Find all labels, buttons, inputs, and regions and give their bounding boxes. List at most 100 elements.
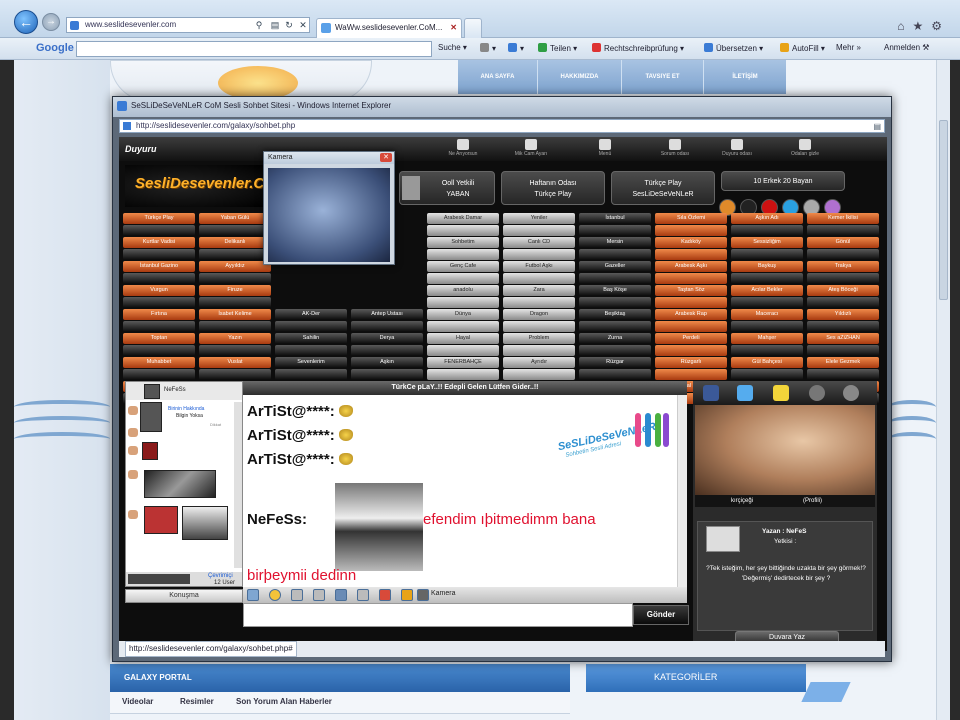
toolbar-grid-icon[interactable]: ▾ xyxy=(480,43,496,53)
room-button[interactable] xyxy=(579,321,651,332)
room-button[interactable] xyxy=(123,345,195,356)
room-button[interactable]: Arabesk Damar xyxy=(427,213,499,224)
room-button[interactable]: Kemer İkilisi xyxy=(807,213,879,224)
room-button[interactable] xyxy=(123,273,195,284)
room-button[interactable]: Rüzgar xyxy=(579,357,651,368)
room-button[interactable]: Sıla Özlemi xyxy=(655,213,727,224)
room-button[interactable]: anadolu xyxy=(427,285,499,296)
room-button[interactable]: FENERBAHÇE xyxy=(427,357,499,368)
room-button[interactable]: Zurna xyxy=(579,333,651,344)
smiley-icon[interactable] xyxy=(269,589,281,601)
profile-name[interactable]: kırçiçeği xyxy=(731,495,753,507)
menu-hakkimizda[interactable]: HAKKIMIZDA xyxy=(538,60,622,94)
room-button[interactable] xyxy=(427,273,499,284)
room-button[interactable]: Firuze xyxy=(199,285,271,296)
profile-photo[interactable] xyxy=(695,405,875,495)
bell-icon[interactable] xyxy=(401,589,413,601)
tab-resimler[interactable]: Resimler xyxy=(180,697,214,706)
room-button[interactable] xyxy=(731,369,803,380)
room-button[interactable]: Yeniler xyxy=(503,213,575,224)
camera-window[interactable]: Kamera ✕ xyxy=(263,151,395,265)
room-button[interactable] xyxy=(351,321,423,332)
google-search-input[interactable] xyxy=(76,41,432,57)
message-input[interactable] xyxy=(243,603,633,627)
room-button[interactable] xyxy=(503,249,575,260)
profile-link[interactable]: (Profili) xyxy=(803,495,822,507)
room-button[interactable] xyxy=(807,369,879,380)
search-icon[interactable]: ⚲ xyxy=(252,17,266,33)
room-button[interactable] xyxy=(427,345,499,356)
room-button[interactable] xyxy=(807,345,879,356)
room-button[interactable] xyxy=(655,273,727,284)
room-button[interactable]: Problem xyxy=(503,333,575,344)
user-list-scrollbar[interactable] xyxy=(234,402,242,568)
turkce-play-box[interactable]: Türkçe Play SesLiDeSeVeNLeR xyxy=(611,171,715,205)
room-button[interactable]: Mahşer xyxy=(731,333,803,344)
back-icon[interactable]: ← xyxy=(14,10,38,34)
user-icon[interactable] xyxy=(247,589,259,601)
room-button[interactable]: Genç Cafe xyxy=(427,261,499,272)
room-button[interactable]: Derya xyxy=(351,333,423,344)
browser-tab[interactable]: WaWw.seslidesevenler.CoM... ✕ xyxy=(316,18,462,38)
room-button[interactable] xyxy=(731,273,803,284)
room-button[interactable] xyxy=(427,369,499,380)
room-button[interactable]: Maceracı xyxy=(731,309,803,320)
toolbar-teilen[interactable]: Teilen ▾ xyxy=(538,43,577,53)
close-icon[interactable]: ✕ xyxy=(380,153,392,162)
page-menu-icon[interactable]: ▤ xyxy=(873,121,881,133)
room-button[interactable] xyxy=(351,369,423,380)
room-button[interactable] xyxy=(655,345,727,356)
facebook-icon[interactable] xyxy=(703,385,719,401)
room-button[interactable]: Yaban Gülü xyxy=(199,213,271,224)
room-button[interactable]: Zara xyxy=(503,285,575,296)
room-button[interactable] xyxy=(427,225,499,236)
room-button[interactable] xyxy=(807,249,879,260)
send-button[interactable]: Gönder xyxy=(633,605,689,625)
room-button[interactable]: Yazın xyxy=(199,333,271,344)
room-button[interactable] xyxy=(579,369,651,380)
forward-icon[interactable]: → xyxy=(42,13,60,31)
room-button[interactable]: Vurgun xyxy=(123,285,195,296)
my-user-row[interactable]: NeFeSs xyxy=(126,382,242,400)
room-button[interactable]: Türkçe Play xyxy=(123,213,195,224)
room-button[interactable] xyxy=(351,345,423,356)
menu-ana-sayfa[interactable]: ANA SAYFA xyxy=(458,60,538,94)
compat-icon[interactable]: ▤ xyxy=(268,17,282,33)
room-button[interactable] xyxy=(123,321,195,332)
room-button[interactable] xyxy=(275,345,347,356)
room-button[interactable]: Aşkın xyxy=(351,357,423,368)
room-button[interactable]: Canlı CD xyxy=(503,237,575,248)
power-icon[interactable] xyxy=(843,385,859,401)
room-button[interactable]: Sohbetim xyxy=(427,237,499,248)
page-scrollbar-thumb[interactable] xyxy=(939,120,948,300)
toolbar-autofill[interactable]: AutoFill ▾ xyxy=(780,43,825,53)
room-button[interactable]: Arabesk Aşkı xyxy=(655,261,727,272)
room-button[interactable] xyxy=(579,225,651,236)
room-button[interactable] xyxy=(655,369,727,380)
room-button[interactable]: Toptan xyxy=(123,333,195,344)
room-button[interactable]: Arabesk Rap xyxy=(655,309,727,320)
room-button[interactable] xyxy=(199,297,271,308)
room-button[interactable] xyxy=(199,345,271,356)
room-button[interactable] xyxy=(731,345,803,356)
room-button[interactable]: Perdeli xyxy=(655,333,727,344)
camera-title-bar[interactable]: Kamera xyxy=(264,152,394,164)
room-button[interactable]: Beşiktaş xyxy=(579,309,651,320)
room-button[interactable] xyxy=(579,297,651,308)
room-button[interactable]: Taştan Söz xyxy=(655,285,727,296)
refresh-icon[interactable] xyxy=(809,385,825,401)
room-button[interactable]: Mersin xyxy=(579,237,651,248)
room-button[interactable]: Fırtına xyxy=(123,309,195,320)
room-button[interactable]: Sahilin xyxy=(275,333,347,344)
menu-iletisim[interactable]: İLETİŞİM xyxy=(704,60,786,94)
konusma-tab[interactable]: Konuşma xyxy=(125,589,243,603)
room-button[interactable] xyxy=(199,273,271,284)
room-button[interactable]: Ayrıdır xyxy=(503,357,575,368)
room-button[interactable] xyxy=(427,249,499,260)
webcam-icon[interactable] xyxy=(335,589,347,601)
room-button[interactable] xyxy=(503,321,575,332)
twitter-icon[interactable] xyxy=(737,385,753,401)
room-button[interactable] xyxy=(427,297,499,308)
tab-videolar[interactable]: Videolar xyxy=(122,697,153,706)
toolbar-spellcheck[interactable]: Rechtschreibprüfung ▾ xyxy=(592,43,684,53)
